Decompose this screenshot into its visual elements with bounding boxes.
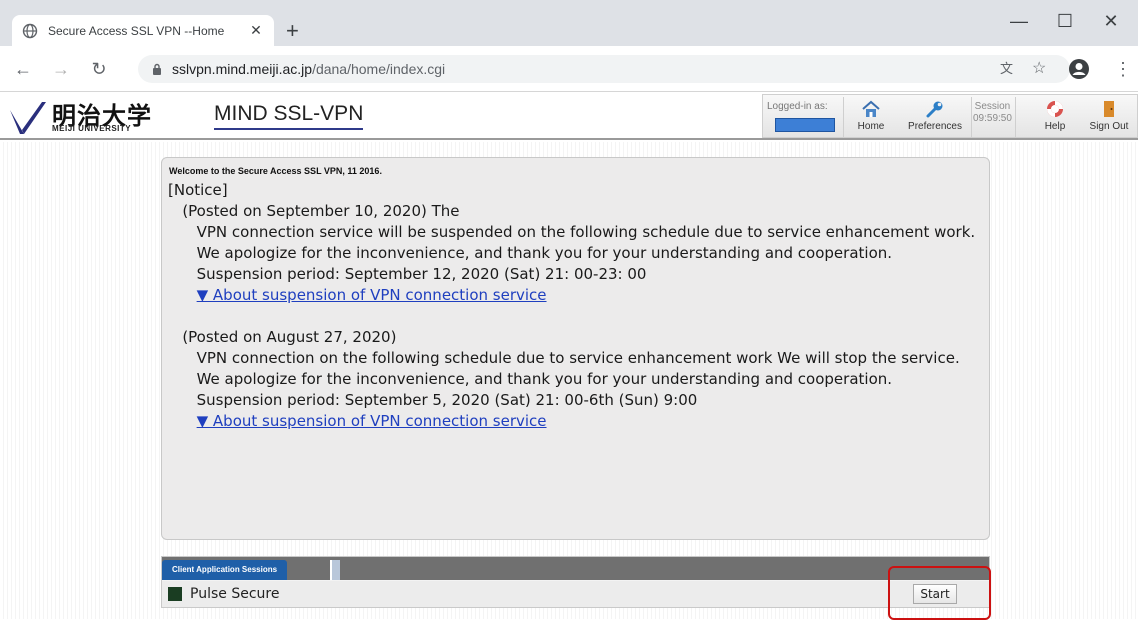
- back-arrow-icon[interactable]: ←: [12, 58, 34, 80]
- logged-in-user: [775, 118, 835, 132]
- tab-title: Secure Access SSL VPN --Home: [48, 23, 225, 38]
- header-toolbar: Logged-in as: Home Preferences Session 0…: [762, 94, 1138, 138]
- session-row: Pulse Secure Start: [162, 581, 989, 607]
- notice-panel: Welcome to the Secure Access SSL VPN, 11…: [161, 157, 990, 540]
- url-path: /dana/home/index.cgi: [312, 61, 446, 77]
- session-timer: Session 09:59:50: [973, 101, 1012, 125]
- preferences-button[interactable]: Preferences: [903, 99, 967, 132]
- menu-icon[interactable]: ⋮: [1114, 58, 1132, 80]
- sessions-tab[interactable]: Client Application Sessions: [162, 560, 288, 580]
- notice1-period: Suspension period: September 12, 2020 (S…: [168, 265, 647, 283]
- session-label: Session: [974, 101, 1011, 112]
- new-tab-button[interactable]: +: [286, 20, 299, 42]
- minimize-button[interactable]: —: [1008, 10, 1030, 32]
- close-window-button[interactable]: ✕: [1100, 10, 1122, 32]
- divider: [971, 97, 972, 137]
- site-title: MIND SSL-VPN: [214, 102, 364, 130]
- browser-toolbar: ← → ↻ sslvpn.mind.meiji.ac.jp/dana/home/…: [0, 46, 1138, 92]
- maximize-button[interactable]: ☐: [1054, 10, 1076, 32]
- tab-edge: [330, 560, 340, 580]
- notice1-apology: We apologize for the inconvenience, and …: [168, 244, 893, 262]
- home-label: Home: [857, 121, 885, 132]
- sign-out-button[interactable]: Sign Out: [1081, 99, 1137, 132]
- lifebuoy-icon: [1047, 101, 1063, 117]
- divider: [1015, 97, 1016, 137]
- meiji-logo: 明治大学 MEIJI UNIVERSITY: [8, 96, 168, 136]
- url-text: sslvpn.mind.meiji.ac.jp/dana/home/index.…: [172, 61, 445, 77]
- browser-tabstrip: Secure Access SSL VPN --Home ✕ + — ☐ ✕: [0, 0, 1138, 46]
- suspension-info-link[interactable]: ▼ About suspension of VPN connection ser…: [197, 412, 547, 430]
- sign-out-label: Sign Out: [1089, 121, 1129, 132]
- lock-icon: [153, 63, 161, 75]
- home-button[interactable]: Home: [851, 99, 891, 132]
- notice1-link-row: ▼ About suspension of VPN connection ser…: [168, 285, 983, 306]
- notice2-posted: (Posted on August 27, 2020): [168, 328, 397, 346]
- forward-arrow-icon[interactable]: →: [50, 58, 72, 80]
- globe-icon: [22, 23, 38, 38]
- profile-icon[interactable]: [1068, 58, 1090, 80]
- preferences-label: Preferences: [908, 121, 962, 132]
- suspension-info-link[interactable]: ▼ About suspension of VPN connection ser…: [197, 286, 547, 304]
- session-time: 09:59:50: [973, 113, 1012, 124]
- home-icon: [862, 100, 880, 117]
- notice-heading: [Notice]: [168, 181, 228, 199]
- session-app-name: Pulse Secure: [190, 586, 280, 602]
- logged-in-label: Logged-in as:: [767, 101, 828, 112]
- notice-body: [Notice] (Posted on September 10, 2020) …: [168, 180, 983, 432]
- help-label: Help: [1044, 121, 1066, 132]
- highlight-box: [888, 566, 991, 620]
- url-host: sslvpn.mind.meiji.ac.jp: [172, 61, 313, 77]
- notice2-period: Suspension period: September 5, 2020 (Sa…: [168, 391, 698, 409]
- address-bar[interactable]: sslvpn.mind.meiji.ac.jp/dana/home/index.…: [138, 55, 1070, 83]
- notice1-body: VPN connection service will be suspended…: [168, 223, 976, 241]
- wrench-icon: [926, 101, 943, 118]
- door-icon: [1104, 101, 1114, 117]
- translate-icon[interactable]: 文: [1000, 58, 1013, 80]
- notice2-link-row: ▼ About suspension of VPN connection ser…: [168, 411, 983, 432]
- meiji-logo-mark: [10, 102, 46, 134]
- help-button[interactable]: Help: [1041, 99, 1069, 132]
- site-header: 明治大学 MEIJI UNIVERSITY MIND SSL-VPN Logge…: [0, 92, 1138, 140]
- star-icon[interactable]: ☆: [1032, 58, 1046, 80]
- notice1-posted: (Posted on September 10, 2020) The: [168, 202, 460, 220]
- pulse-secure-icon: [168, 587, 182, 601]
- divider: [843, 97, 844, 137]
- welcome-message: Welcome to the Secure Access SSL VPN, 11…: [169, 166, 382, 176]
- notice2-body: VPN connection on the following schedule…: [168, 349, 960, 367]
- reload-icon[interactable]: ↻: [88, 58, 110, 80]
- browser-tab[interactable]: Secure Access SSL VPN --Home ✕: [12, 15, 274, 46]
- tab-close-icon[interactable]: ✕: [248, 22, 264, 39]
- notice2-apology: We apologize for the inconvenience, and …: [168, 370, 893, 388]
- client-application-sessions: Client Application Sessions Pulse Secure…: [161, 556, 990, 608]
- logo-university: MEIJI UNIVERSITY: [52, 124, 132, 133]
- sessions-header: Client Application Sessions: [162, 557, 989, 580]
